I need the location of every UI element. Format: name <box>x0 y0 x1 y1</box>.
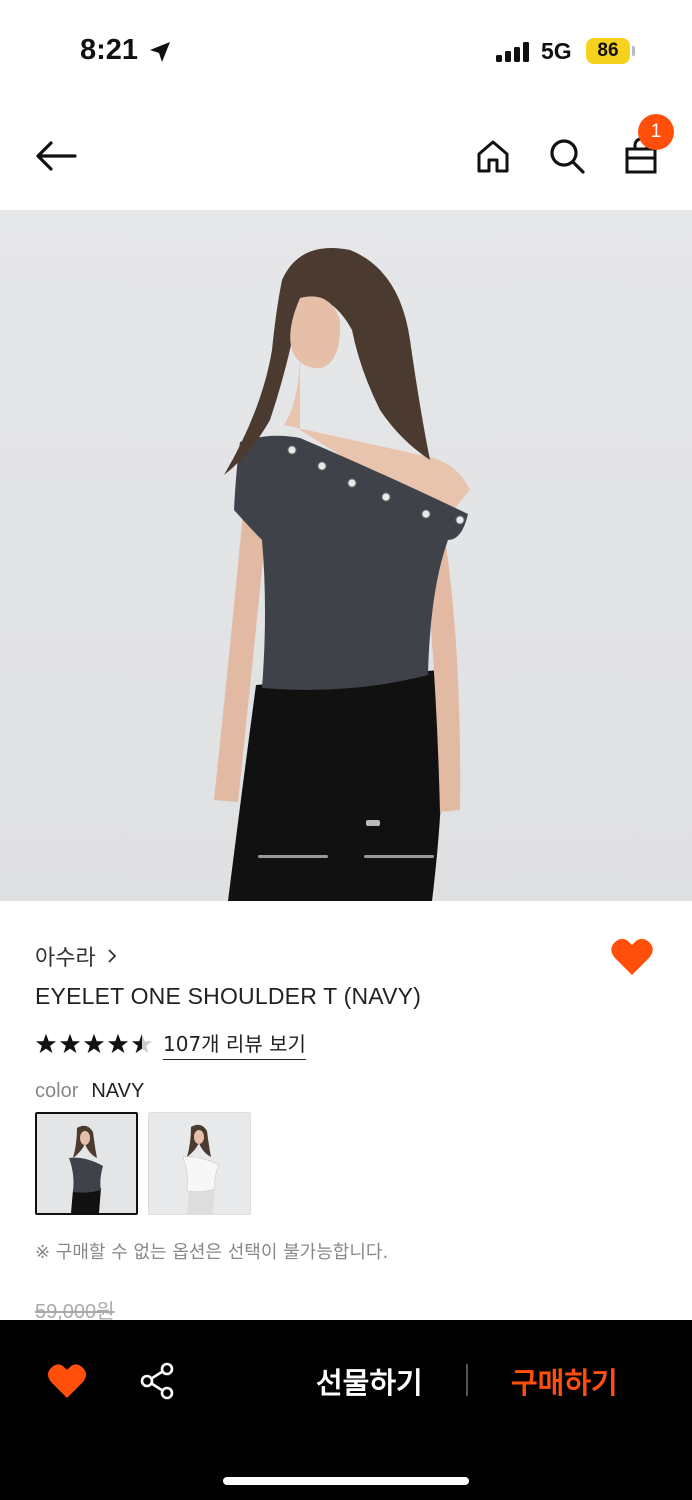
rating-row: 107개 리뷰 보기 <box>35 1028 306 1060</box>
cart-badge: 1 <box>638 114 674 150</box>
bar-divider <box>466 1364 468 1396</box>
gift-button[interactable]: 선물하기 <box>316 1360 423 1402</box>
product-photo <box>214 248 470 901</box>
battery-icon: 86 <box>586 38 630 64</box>
rating-stars <box>35 1033 153 1055</box>
star-full-icon <box>35 1033 57 1054</box>
top-nav <box>0 100 692 210</box>
share-icon[interactable] <box>138 1362 176 1400</box>
product-image-gallery[interactable] <box>0 210 692 901</box>
signal-icon <box>496 42 529 62</box>
gallery-indicator-3 <box>364 855 434 858</box>
wishlist-heart-icon[interactable] <box>610 936 654 978</box>
status-time: 8:21 <box>80 34 139 66</box>
buy-button[interactable]: 구매하기 <box>511 1360 618 1402</box>
location-arrow-icon <box>150 42 170 62</box>
color-row: color NAVY <box>35 1080 144 1103</box>
search-button[interactable] <box>545 134 589 178</box>
heart-icon[interactable] <box>46 1362 88 1400</box>
color-swatch-navy[interactable] <box>35 1112 138 1215</box>
swatch-white-thumbnail <box>182 1124 220 1214</box>
back-button[interactable] <box>34 134 78 178</box>
option-notice: ※ 구매할 수 없는 옵션은 선택이 불가능합니다. <box>35 1242 389 1263</box>
network-type: 5G <box>541 38 572 64</box>
brand-name: 아수라 <box>35 946 96 971</box>
product-title: EYELET ONE SHOULDER T (NAVY) <box>35 983 422 1009</box>
home-button[interactable] <box>471 134 515 178</box>
gallery-indicator-2 <box>330 855 362 858</box>
star-full-icon <box>107 1033 129 1054</box>
swatch-navy-thumbnail <box>69 1125 103 1213</box>
search-icon <box>550 139 585 174</box>
chevron-right-icon <box>108 949 117 963</box>
color-label: color <box>35 1080 79 1102</box>
home-indicator[interactable] <box>223 1477 469 1485</box>
color-swatch-white[interactable] <box>148 1112 251 1215</box>
star-full-icon <box>83 1033 105 1054</box>
status-bar: 8:21 5G 86 <box>0 0 692 100</box>
arrow-left-icon <box>36 141 77 171</box>
review-link[interactable]: 107개 리뷰 보기 <box>163 1028 306 1060</box>
color-value: NAVY <box>91 1080 145 1102</box>
star-full-icon <box>59 1033 81 1054</box>
star-half-icon <box>131 1033 153 1054</box>
battery-tip <box>632 46 635 56</box>
home-icon <box>477 140 509 173</box>
brand-link[interactable]: 아수라 <box>35 940 118 972</box>
gallery-indicator-1 <box>258 855 328 858</box>
bottom-action-bar: 선물하기 구매하기 <box>0 1320 692 1500</box>
